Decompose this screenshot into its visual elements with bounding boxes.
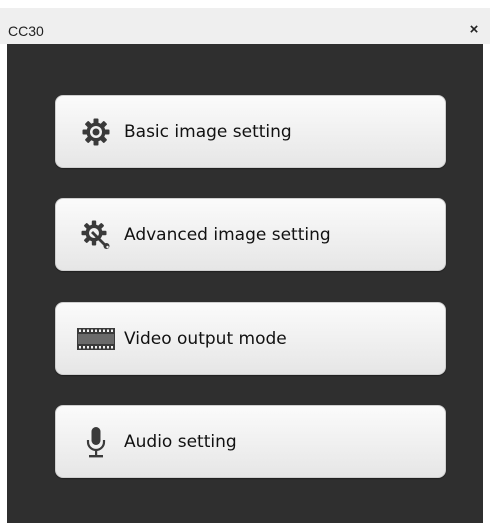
- cc30-dialog: CC30 × Basic image setting Advanced imag…: [0, 0, 490, 523]
- menu-panel: Basic image setting Advanced image setti…: [7, 44, 483, 523]
- window-title: CC30: [8, 23, 44, 39]
- advanced-image-setting-label: Advanced image setting: [124, 224, 331, 245]
- gear-icon: [76, 112, 116, 152]
- film-strip-icon: [76, 319, 116, 359]
- gear-wrench-icon: [76, 215, 116, 255]
- audio-setting-label: Audio setting: [124, 431, 237, 452]
- basic-image-setting-label: Basic image setting: [124, 121, 292, 142]
- advanced-image-setting-button[interactable]: Advanced image setting: [55, 198, 446, 271]
- microphone-icon: [76, 422, 116, 462]
- audio-setting-button[interactable]: Audio setting: [55, 405, 446, 478]
- video-output-mode-button[interactable]: Video output mode: [55, 302, 446, 375]
- title-bar: CC30 ×: [0, 8, 490, 44]
- close-button[interactable]: ×: [464, 20, 484, 40]
- video-output-mode-label: Video output mode: [124, 328, 287, 349]
- basic-image-setting-button[interactable]: Basic image setting: [55, 95, 446, 168]
